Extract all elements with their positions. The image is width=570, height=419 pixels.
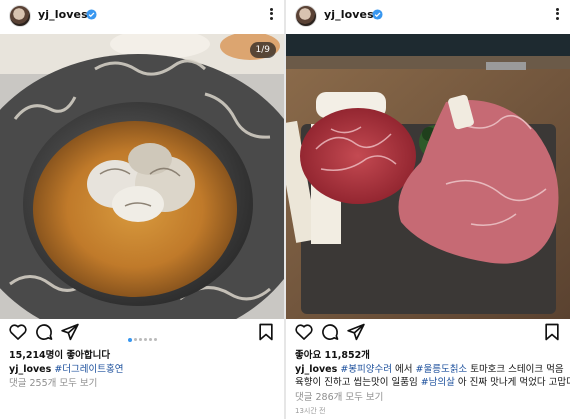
bookmark-icon[interactable] (542, 322, 562, 342)
username[interactable]: yj_loves (324, 8, 374, 21)
post-timestamp: 13시간 전 (295, 407, 326, 415)
hashtag[interactable]: #봉피양수려 (340, 364, 392, 375)
hashtag[interactable]: #더그레이트홍연 (54, 364, 123, 375)
hashtag[interactable]: #남의살 (421, 377, 455, 388)
verified-badge-icon (86, 9, 97, 20)
caption-username[interactable]: yj_loves (9, 364, 51, 375)
post-header: yj_loves (286, 0, 570, 34)
post-header: yj_loves (0, 0, 284, 34)
avatar[interactable] (9, 5, 31, 27)
comment-icon[interactable] (320, 322, 340, 342)
post-image[interactable]: 1/9 (0, 34, 284, 319)
view-comments-link[interactable]: 댓글 286개 모두 보기 (295, 391, 564, 404)
post-image[interactable] (286, 34, 570, 319)
caption-text: 토마호크 스테이크 먹음 (467, 364, 564, 375)
carousel-counter: 1/9 (249, 42, 276, 58)
send-icon[interactable] (346, 322, 366, 342)
post-left: yj_loves 1/9 15,214명이 좋아합니다 yj_loves #더그… (0, 0, 284, 419)
caption-text: 아 진짜 맛나게 먹었다 고맙다 (454, 377, 570, 388)
caption-text: 에서 (391, 364, 416, 375)
post-right: yj_loves 좋아요 11,852개 yj_loves #봉피양수려 에서 … (286, 0, 570, 419)
heart-icon[interactable] (294, 322, 314, 342)
view-comments-link[interactable]: 댓글 255개 모두 보기 (9, 377, 278, 390)
likes-count[interactable]: 15,214명이 좋아합니다 (9, 349, 278, 362)
caption-text: 육향이 진하고 씹는맛이 일품임 (295, 377, 421, 388)
caption: yj_loves #더그레이트홍연 (9, 363, 278, 376)
verified-badge-icon (372, 9, 383, 20)
caption-line-2: 육향이 진하고 씹는맛이 일품임 #남의살 아 진짜 맛나게 먹었다 고맙다 (295, 376, 570, 389)
caption: yj_loves #봉피양수려 에서 #울릉도칡소 토마호크 스테이크 먹음 (295, 363, 564, 376)
more-options-icon[interactable] (554, 6, 560, 24)
hashtag[interactable]: #울릉도칡소 (416, 364, 468, 375)
action-bar (286, 322, 570, 346)
username[interactable]: yj_loves (38, 8, 88, 21)
carousel-dots (0, 329, 284, 348)
avatar[interactable] (295, 5, 317, 27)
likes-count[interactable]: 좋아요 11,852개 (295, 349, 564, 362)
caption-username[interactable]: yj_loves (295, 364, 337, 375)
more-options-icon[interactable] (268, 6, 274, 24)
